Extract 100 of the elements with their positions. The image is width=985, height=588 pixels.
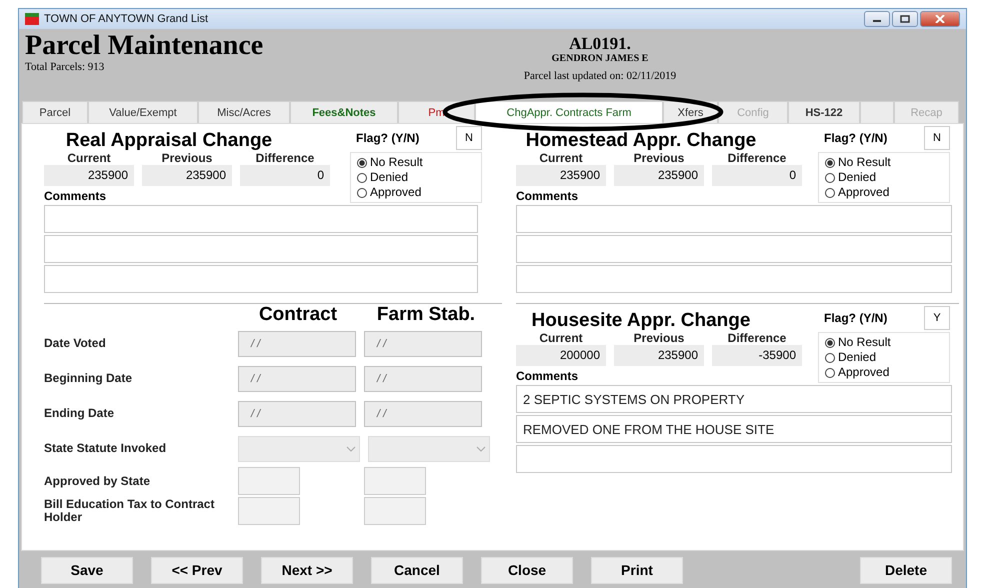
date-field[interactable]: / / xyxy=(364,400,482,426)
radio-button[interactable] xyxy=(825,352,835,362)
radio-option[interactable]: Approved xyxy=(825,365,943,380)
flag-label: Flag? (Y/N) xyxy=(823,131,888,145)
action-button[interactable]: << Prev xyxy=(151,556,243,584)
value-field: -35900 xyxy=(712,345,802,366)
minimize-button[interactable] xyxy=(864,11,890,27)
radio-button[interactable] xyxy=(825,338,835,348)
row-label: Ending Date xyxy=(44,407,116,420)
radio-button[interactable] xyxy=(357,172,367,182)
radio-option[interactable]: Denied xyxy=(357,170,475,185)
tab[interactable]: ChgAppr. Contracts Farm xyxy=(475,101,663,123)
field-label: Previous xyxy=(162,152,212,165)
radio-label: Denied xyxy=(370,170,408,185)
radio-option[interactable]: Denied xyxy=(825,350,943,365)
radio-label: Denied xyxy=(838,170,876,185)
flag-field[interactable]: N xyxy=(456,126,482,150)
radio-option[interactable]: No Result xyxy=(825,155,943,170)
radio-button[interactable] xyxy=(825,368,835,378)
total-parcels: Total Parcels: 913 xyxy=(25,61,106,73)
action-button[interactable]: Cancel xyxy=(371,556,463,584)
value-field: 235900 xyxy=(516,165,606,186)
window-title: TOWN OF ANYTOWN Grand List xyxy=(44,13,208,25)
tab[interactable]: Parcel xyxy=(22,101,88,123)
close-button[interactable] xyxy=(920,11,960,27)
comment-field[interactable] xyxy=(44,235,478,263)
radio-label: Denied xyxy=(838,350,876,365)
flag-field[interactable]: N xyxy=(924,126,950,150)
value-field: 235900 xyxy=(44,165,134,186)
input-field[interactable] xyxy=(364,497,426,525)
input-field[interactable] xyxy=(238,467,300,495)
last-updated: Parcel last updated on: 02/11/2019 xyxy=(522,69,678,83)
owner-name: GENDRON JAMES E xyxy=(550,53,650,65)
column-heading: Contract xyxy=(258,304,338,326)
chevron-down-icon xyxy=(476,446,486,452)
tab[interactable]: Value/Exempt xyxy=(88,101,198,123)
radio-option[interactable]: Approved xyxy=(357,185,475,200)
maximize-button[interactable] xyxy=(892,11,918,27)
value-field: 0 xyxy=(240,165,330,186)
action-button[interactable]: Print xyxy=(591,556,683,584)
field-label: Current xyxy=(539,332,583,345)
field-label: Difference xyxy=(256,152,314,165)
radio-button[interactable] xyxy=(825,172,835,182)
action-button[interactable]: Save xyxy=(41,556,133,584)
date-field[interactable]: / / xyxy=(238,330,356,356)
radio-button[interactable] xyxy=(357,158,367,168)
value-field: 235900 xyxy=(142,165,232,186)
radio-option[interactable]: No Result xyxy=(825,335,943,350)
action-button[interactable]: Next >> xyxy=(261,556,353,584)
input-field[interactable] xyxy=(364,467,426,495)
date-field[interactable]: / / xyxy=(364,330,482,356)
tab[interactable]: Misc/Acres xyxy=(198,101,290,123)
radio-label: Approved xyxy=(370,185,422,200)
radio-label: Approved xyxy=(838,185,890,200)
value-field: 0 xyxy=(712,165,802,186)
column-heading: Farm Stab. xyxy=(376,304,476,326)
value-field: 200000 xyxy=(516,345,606,366)
comments-label: Comments xyxy=(44,189,108,203)
tab[interactable]: HS-122 xyxy=(788,101,860,123)
radio-option[interactable]: Approved xyxy=(825,185,943,200)
field-label: Difference xyxy=(728,332,786,345)
row-label: Approved by State xyxy=(44,474,152,488)
radio-button[interactable] xyxy=(825,188,835,198)
comment-field[interactable] xyxy=(44,205,478,233)
comment-field[interactable] xyxy=(516,235,952,263)
flag-label: Flag? (Y/N) xyxy=(355,131,420,145)
date-field[interactable]: / / xyxy=(364,366,482,392)
flag-label: Flag? (Y/N) xyxy=(823,311,888,325)
radio-button[interactable] xyxy=(357,188,367,198)
date-field[interactable]: / / xyxy=(238,366,356,392)
comment-field[interactable] xyxy=(516,205,952,233)
radio-label: Approved xyxy=(838,365,890,380)
section-title: Homestead Appr. Change xyxy=(524,130,758,152)
field-label: Previous xyxy=(634,152,684,165)
app-icon xyxy=(25,13,39,25)
comment-field[interactable] xyxy=(44,265,478,293)
dropdown[interactable] xyxy=(368,436,490,462)
value-field: 235900 xyxy=(614,345,704,366)
radio-label: No Result xyxy=(370,155,423,170)
radio-button[interactable] xyxy=(825,158,835,168)
input-field[interactable] xyxy=(238,497,300,525)
radio-option[interactable]: No Result xyxy=(357,155,475,170)
comment-field[interactable] xyxy=(516,445,952,473)
dropdown[interactable] xyxy=(238,436,360,462)
comments-label: Comments xyxy=(516,369,580,383)
field-label: Previous xyxy=(634,332,684,345)
comment-field[interactable]: 2 SEPTIC SYSTEMS ON PROPERTY xyxy=(516,385,952,413)
close-icon xyxy=(935,15,945,23)
radio-label: No Result xyxy=(838,335,891,350)
action-button[interactable]: Close xyxy=(481,556,573,584)
date-field[interactable]: / / xyxy=(238,400,356,426)
comment-field[interactable] xyxy=(516,265,952,293)
radio-option[interactable]: Denied xyxy=(825,170,943,185)
tab[interactable]: Fees&Notes xyxy=(290,101,398,123)
flag-field[interactable]: Y xyxy=(924,306,950,330)
field-label: Current xyxy=(67,152,111,165)
action-button[interactable]: Delete xyxy=(860,556,952,584)
comment-field[interactable]: REMOVED ONE FROM THE HOUSE SITE xyxy=(516,415,952,443)
value-field: 235900 xyxy=(614,165,704,186)
comments-label: Comments xyxy=(516,189,580,203)
